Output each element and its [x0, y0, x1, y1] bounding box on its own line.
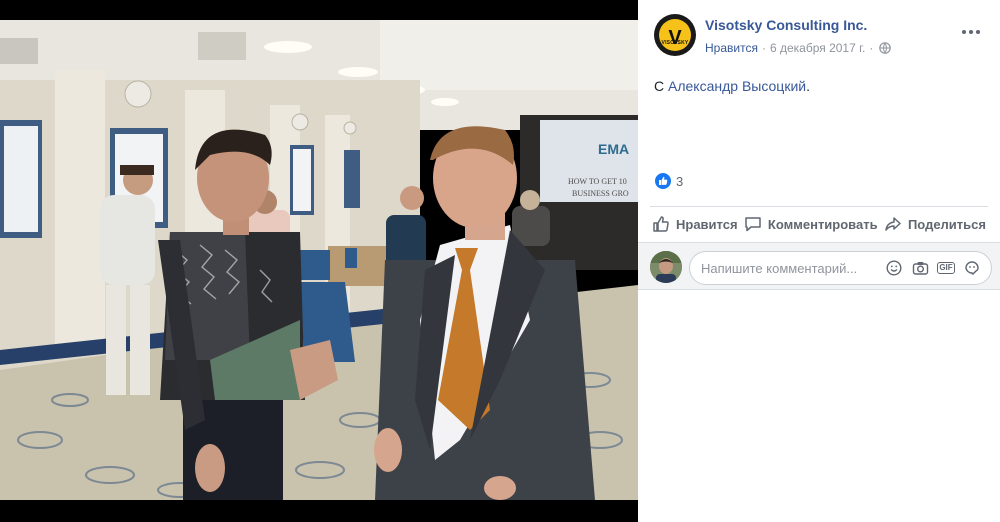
photo-viewer: EMA HOW TO GET 10 BUSINESS GRO [0, 0, 638, 522]
divider [650, 206, 988, 207]
like-button-label: Нравится [676, 216, 738, 232]
gif-icon[interactable]: GIF [937, 259, 955, 277]
reaction-count: 3 [676, 173, 684, 189]
follow-like-link[interactable]: Нравится [705, 41, 758, 55]
photo-scene: EMA HOW TO GET 10 BUSINESS GRO [0, 20, 638, 500]
meta-separator-2: · [869, 41, 874, 55]
emoji-icon[interactable] [885, 259, 903, 277]
avatar-brand: VISOTSKY [661, 40, 689, 46]
post-side-panel: V VISOTSKY Visotsky Consulting Inc. Нрав… [638, 0, 1000, 522]
camera-icon[interactable] [911, 259, 929, 277]
comment-icon [745, 217, 761, 232]
like-reaction-icon [654, 172, 672, 190]
more-icon[interactable] [962, 28, 984, 36]
screen-text-1: HOW TO GET 10 [568, 177, 627, 186]
comment-input[interactable]: Напишите комментарий... GIF [689, 251, 992, 285]
comment-composer: Напишите комментарий... GIF [638, 242, 1000, 290]
post-caption: С Александр Высоцкий. [654, 78, 810, 94]
page-avatar[interactable]: V VISOTSKY [654, 14, 696, 56]
post-date[interactable]: 6 декабря 2017 г. [770, 41, 865, 55]
page-name-link[interactable]: Visotsky Consulting Inc. [705, 17, 867, 33]
comment-button-label: Комментировать [767, 216, 878, 232]
meta-separator: · [761, 41, 766, 55]
caption-prefix: С [654, 78, 665, 94]
caption-suffix: . [806, 78, 810, 94]
comment-placeholder: Напишите комментарий... [701, 261, 858, 276]
thumb-up-icon [653, 216, 669, 232]
screen-logo: EMA [598, 141, 629, 157]
like-button[interactable]: Нравится [650, 209, 740, 239]
comment-tools: GIF [885, 259, 981, 277]
sticker-icon[interactable] [963, 259, 981, 277]
post-header: V VISOTSKY Visotsky Consulting Inc. Нрав… [654, 14, 984, 60]
post-meta: Нравится · 6 декабря 2017 г. · [705, 41, 892, 55]
reactions-summary[interactable]: 3 [654, 172, 683, 190]
share-button[interactable]: Поделиться [882, 209, 988, 239]
share-button-label: Поделиться [907, 216, 986, 232]
tagged-person-link[interactable]: Александр Высоцкий [668, 78, 806, 94]
share-icon [885, 217, 901, 231]
globe-icon[interactable] [879, 42, 892, 54]
comment-button[interactable]: Комментировать [742, 209, 880, 239]
user-avatar[interactable] [650, 251, 682, 283]
post-actions: Нравится Комментировать Поделиться [650, 208, 988, 240]
post-photo[interactable]: EMA HOW TO GET 10 BUSINESS GRO [0, 20, 638, 500]
screen-text-2: BUSINESS GRO [572, 189, 629, 198]
